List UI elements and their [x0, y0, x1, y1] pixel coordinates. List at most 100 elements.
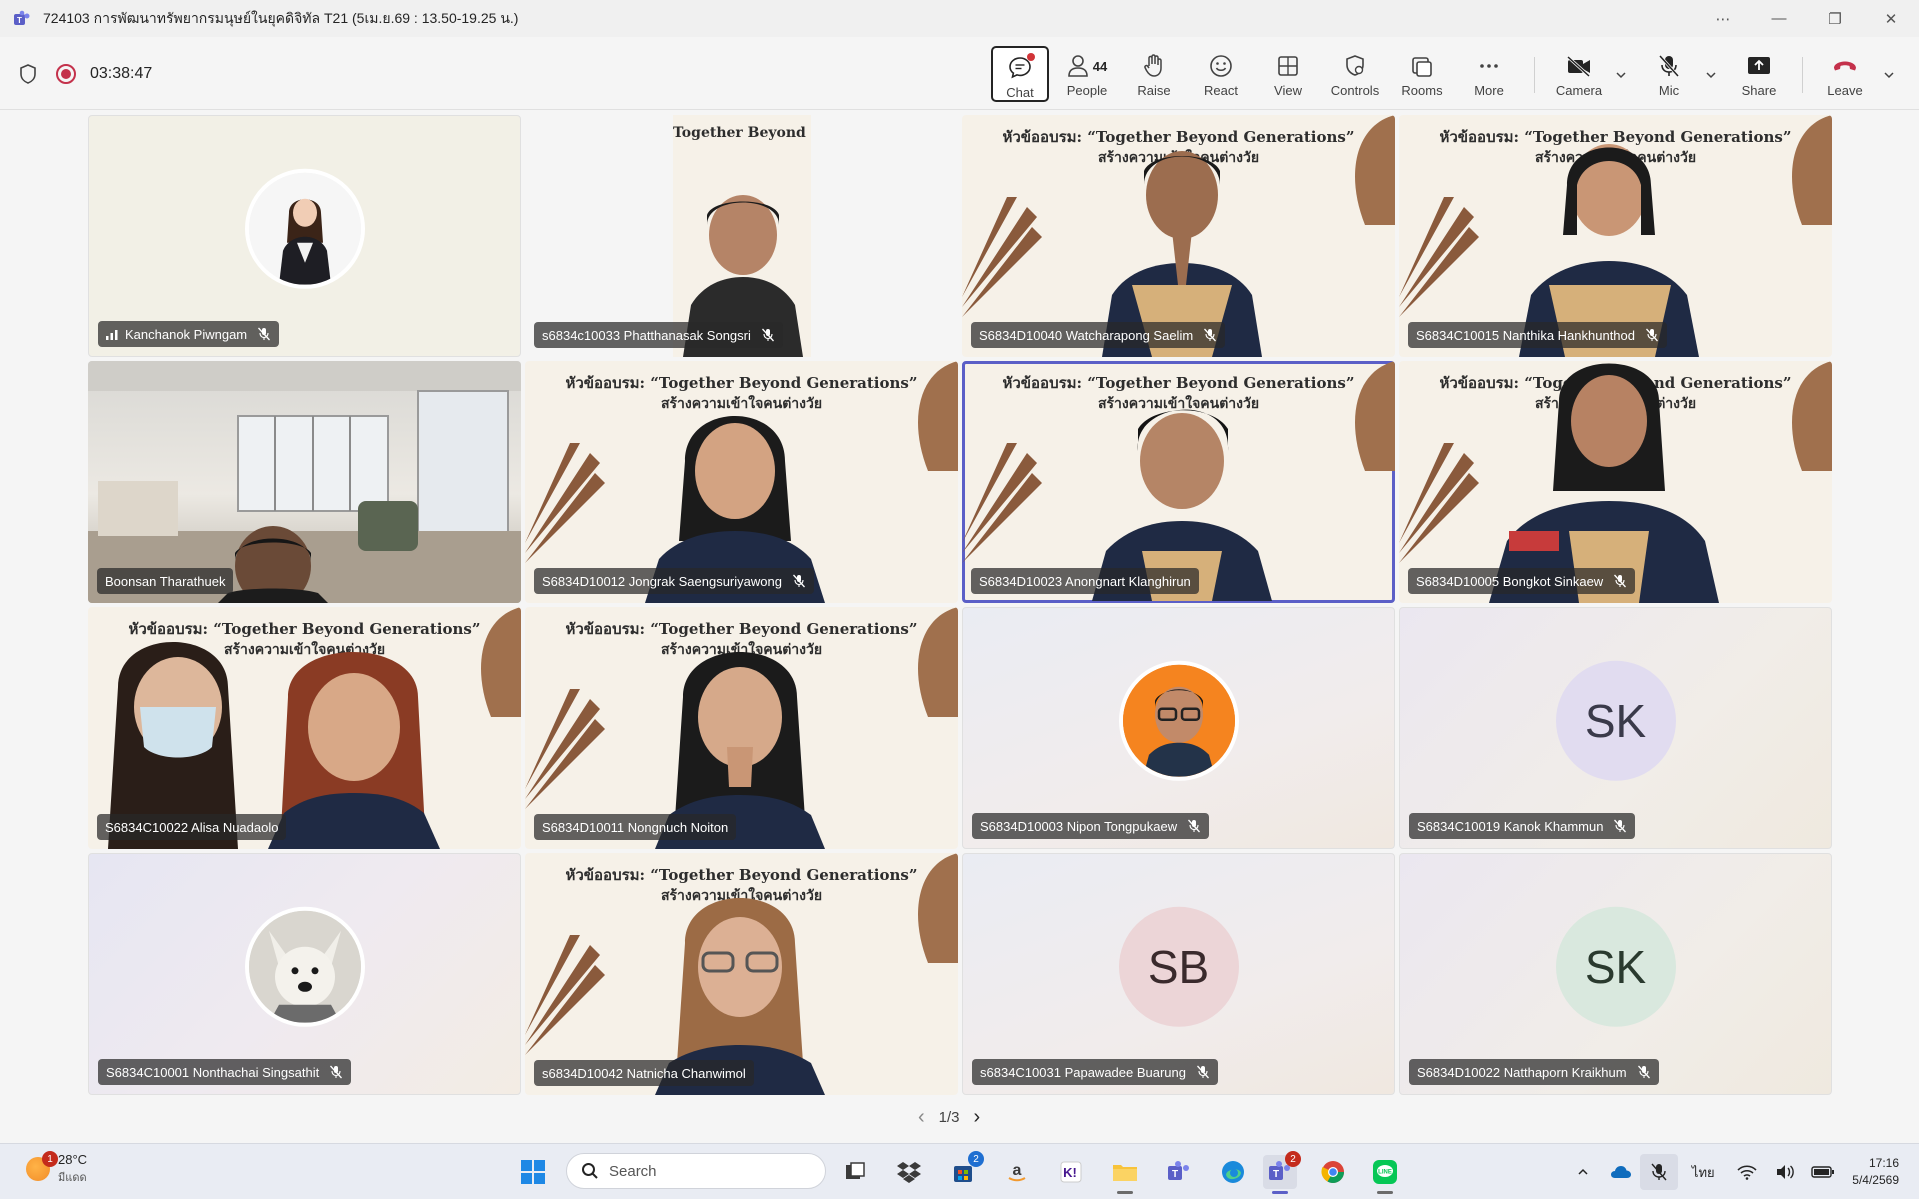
participant-tile[interactable]: Kanchanok Piwngam: [88, 115, 521, 357]
banner-title: หัวข้ออบรม: “Together Beyond Generations…: [565, 374, 918, 392]
taskbar-app-kahoot[interactable]: K!: [1054, 1155, 1088, 1189]
restore-button[interactable]: ❐: [1807, 0, 1863, 37]
svg-text:LINE: LINE: [1378, 1170, 1392, 1176]
wifi-icon[interactable]: [1728, 1164, 1766, 1180]
svg-text:T: T: [1273, 1169, 1279, 1180]
arch-decoration: [1792, 115, 1832, 225]
taskbar-app-chrome[interactable]: [1316, 1155, 1350, 1189]
camera-options-chevron-icon[interactable]: [1614, 68, 1628, 82]
chrome-icon: [1321, 1161, 1344, 1183]
taskbar-app-dropbox[interactable]: [892, 1155, 926, 1189]
participant-avatar: [1118, 660, 1239, 781]
controls-icon: [1346, 55, 1364, 76]
participant-tile[interactable]: หัวข้ออบรม: “Together Beyond Generations…: [1399, 361, 1832, 603]
participant-tile[interactable]: หัวข้ออบรม: “Together Beyond Generations…: [962, 115, 1395, 357]
svg-text:K!: K!: [1063, 1165, 1077, 1180]
weather-temperature: 28°C: [58, 1152, 88, 1167]
next-page-chevron-icon[interactable]: ›: [974, 1106, 981, 1129]
leave-options-chevron-icon[interactable]: [1882, 68, 1896, 82]
participant-tile[interactable]: SK S6834C10019 Kanok Khammun: [1399, 607, 1832, 849]
taskbar-app-teams-classic[interactable]: T: [1162, 1155, 1196, 1189]
participant-name: S6834C10019 Kanok Khammun: [1417, 818, 1604, 834]
close-button[interactable]: ✕: [1863, 0, 1919, 37]
weather-widget[interactable]: 1 28°C มีแดด: [26, 1151, 88, 1186]
participant-tile[interactable]: หัวข้ออบรม: “Together Beyond Generations…: [525, 361, 958, 603]
react-button[interactable]: React: [1192, 46, 1250, 102]
mic-options-chevron-icon[interactable]: [1704, 68, 1718, 82]
previous-page-chevron-icon[interactable]: ‹: [918, 1106, 925, 1129]
battery-icon[interactable]: [1804, 1165, 1842, 1179]
rooms-icon: [1412, 57, 1432, 77]
participant-nametag: Kanchanok Piwngam: [98, 321, 280, 347]
participant-nametag: S6834D10022 Natthaporn Kraikhum: [1409, 1059, 1659, 1085]
search-icon: [582, 1163, 598, 1179]
participant-name: s6834c10033 Phatthanasak Songsri: [542, 327, 751, 343]
onedrive-icon[interactable]: [1602, 1164, 1640, 1180]
svg-text:a: a: [1013, 1162, 1022, 1179]
participant-tile[interactable]: SB s6834C10031 Papawadee Buarung: [962, 853, 1395, 1095]
taskbar-search[interactable]: Search: [566, 1153, 826, 1189]
raise-hand-button[interactable]: Raise: [1125, 46, 1183, 102]
taskbar-app-line[interactable]: LINE: [1368, 1155, 1402, 1194]
window-title: 724103 การพัฒนาทรัพยากรมนุษย์ในยุคดิจิทั…: [43, 9, 519, 26]
input-language[interactable]: ไทย: [1678, 1162, 1728, 1183]
running-indicator: [1117, 1191, 1133, 1194]
window-title-bar: T 724103 การพัฒนาทรัพยากรมนุษย์ในยุคดิจิ…: [0, 0, 1919, 37]
taskbar-app-edge[interactable]: [1216, 1155, 1250, 1189]
leave-button[interactable]: Leave: [1816, 46, 1874, 102]
rooms-button[interactable]: Rooms: [1393, 46, 1451, 102]
arch-decoration: [1792, 361, 1832, 471]
taskbar-app-file-explorer[interactable]: [1108, 1155, 1142, 1194]
taskbar-app-amazon[interactable]: a: [1000, 1155, 1034, 1189]
muted-mic-icon: [1637, 1065, 1650, 1079]
controls-button[interactable]: Controls: [1326, 46, 1384, 102]
folder-icon: [1113, 1165, 1137, 1181]
mic-button[interactable]: Mic: [1640, 46, 1698, 102]
start-button[interactable]: [516, 1155, 550, 1189]
participant-tile[interactable]: หัวข้ออบรม: “Together Beyond Generations…: [525, 607, 958, 849]
toolbar-separator: [1534, 57, 1535, 93]
arch-decoration: [918, 361, 958, 471]
participant-nametag: S6834C10015 Nanthika Hankhunthod: [1408, 322, 1668, 348]
participant-name: S6834D10011 Nongnuch Noiton: [542, 819, 729, 835]
participant-tile[interactable]: Together Beyond G s6834c10033 Phatthanas…: [525, 115, 958, 357]
participant-tile[interactable]: หัวข้ออบรม: “Together Beyond Generations…: [1399, 115, 1832, 357]
page-indicator: 1/3: [938, 1109, 960, 1126]
taskbar-app-store[interactable]: 2: [946, 1151, 984, 1189]
volume-icon[interactable]: [1766, 1164, 1804, 1180]
more-button[interactable]: More: [1460, 46, 1518, 102]
people-button[interactable]: 44 People: [1058, 46, 1116, 102]
muted-mic-icon: [1188, 819, 1201, 833]
camera-button[interactable]: Camera: [1548, 46, 1610, 102]
taskbar-app-teams-active[interactable]: T 2: [1263, 1151, 1301, 1194]
system-clock[interactable]: 17:16 5/4/2569: [1852, 1155, 1899, 1189]
view-button[interactable]: View: [1259, 46, 1317, 102]
minimize-button[interactable]: —: [1751, 0, 1807, 37]
teams-mic-muted-tray-icon[interactable]: [1640, 1154, 1679, 1190]
participant-tile[interactable]: หัวข้ออบรม: “Together Beyond Generations…: [525, 853, 958, 1095]
participant-tile[interactable]: S6834C10001 Nonthachai Singsathit: [88, 853, 521, 1095]
share-label: Share: [1741, 83, 1777, 98]
task-view-icon: [846, 1162, 865, 1179]
leaf-decoration: [962, 197, 1042, 317]
more-options-icon[interactable]: ⋯: [1695, 0, 1751, 37]
person-silhouette: [1489, 363, 1719, 603]
participant-tile[interactable]: Boonsan Tharathuek: [88, 361, 521, 603]
share-button[interactable]: Share: [1730, 46, 1788, 102]
participant-tile[interactable]: SK S6834D10022 Natthaporn Kraikhum: [1399, 853, 1832, 1095]
muted-mic-icon: [792, 574, 805, 588]
participant-tile[interactable]: S6834D10003 Nipon Tongpukaew: [962, 607, 1395, 849]
active-speaker-tile[interactable]: หัวข้ออบรม: “Together Beyond Generations…: [962, 361, 1395, 603]
participant-tile[interactable]: หัวข้ออบรม: “Together Beyond Generations…: [88, 607, 521, 849]
people-count: 44: [1092, 58, 1108, 74]
hang-up-icon: [1834, 61, 1856, 71]
participant-name: Kanchanok Piwngam: [125, 326, 248, 342]
participant-nametag: S6834D10040 Watcharapong Saelim: [971, 322, 1226, 348]
task-view-button[interactable]: [838, 1155, 872, 1189]
chat-button[interactable]: Chat: [991, 46, 1049, 102]
muted-mic-icon: [330, 1065, 343, 1079]
show-hidden-icons-chevron-icon[interactable]: [1564, 1165, 1602, 1179]
shield-icon[interactable]: [18, 63, 38, 85]
weather-condition: มีแดด: [58, 1172, 87, 1184]
muted-mic-icon: [1614, 819, 1627, 833]
